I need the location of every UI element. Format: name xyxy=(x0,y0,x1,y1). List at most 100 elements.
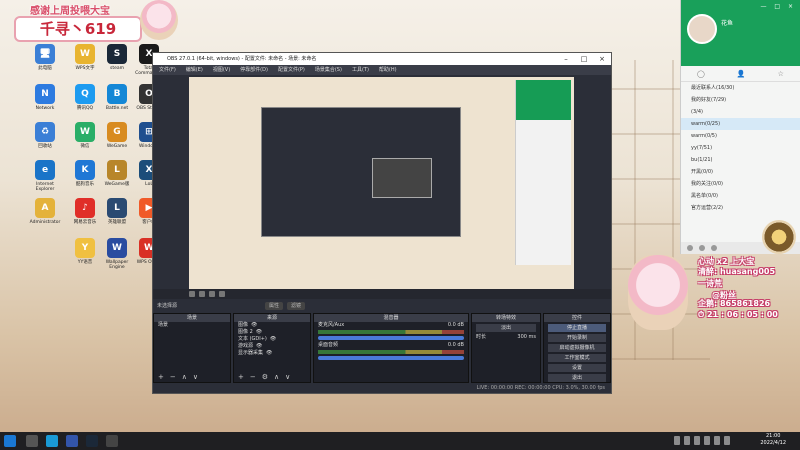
desktop-icon[interactable]: 🖥 此电脑 xyxy=(28,44,62,71)
visibility-icon[interactable]: 👁 xyxy=(270,336,276,343)
desktop-icon-label: WeGame版 xyxy=(104,182,130,187)
desktop-icon-label: Network xyxy=(35,106,55,111)
desktop-icon[interactable]: W WPS文字 xyxy=(68,44,102,71)
desktop-icon[interactable]: W Wallpaper Engine xyxy=(100,238,134,270)
contacts-icon[interactable]: 👤 xyxy=(737,70,746,78)
edge-icon[interactable] xyxy=(46,435,58,447)
contact-group[interactable]: warm(0/5) xyxy=(681,130,800,142)
menu-item[interactable]: 停靠部件(D) xyxy=(240,65,268,75)
clock[interactable]: 21:00 2022/4/12 xyxy=(760,433,786,447)
chat-icon[interactable]: ◯ xyxy=(697,70,705,78)
desktop-icon[interactable]: B Battle.net xyxy=(100,84,134,111)
desktop-icon-label: steam xyxy=(109,66,125,71)
obs-window[interactable]: OBS 27.0.1 (64-bit, windows) - 配置文件: 未命名… xyxy=(152,52,612,394)
source-item[interactable]: 游戏源 👁 xyxy=(234,343,310,350)
steam-icon[interactable] xyxy=(86,435,98,447)
contact-group[interactable]: 开黑(0/0) xyxy=(681,166,800,178)
tool-icon[interactable] xyxy=(219,291,225,297)
visibility-icon[interactable]: 👁 xyxy=(251,322,257,329)
obs-taskbar-icon[interactable] xyxy=(106,435,118,447)
tray-icon[interactable] xyxy=(714,436,720,445)
desktop-icon[interactable]: W 微信 xyxy=(68,122,102,149)
obs-preview[interactable] xyxy=(189,77,574,289)
search-icon[interactable] xyxy=(26,435,38,447)
contact-group[interactable]: 我的好友(7/29) xyxy=(681,94,800,106)
scenes-dock-title: 场景 xyxy=(154,314,230,322)
source-item[interactable]: 图像 2 👁 xyxy=(234,329,310,336)
tool-icon[interactable] xyxy=(199,291,205,297)
control-button[interactable]: 设置 xyxy=(548,364,606,372)
tray-icon[interactable] xyxy=(704,436,710,445)
space-icon[interactable]: ☆ xyxy=(778,70,784,78)
qq-window-controls[interactable]: — □ × xyxy=(760,3,796,10)
menu-item[interactable]: 帮助(H) xyxy=(379,65,397,75)
source-item[interactable]: 图像 👁 xyxy=(234,322,310,329)
control-button[interactable]: 工作室模式 xyxy=(548,354,606,362)
tray-icon[interactable] xyxy=(694,436,700,445)
maximize-icon[interactable]: □ xyxy=(575,53,593,65)
visibility-icon[interactable]: 👁 xyxy=(266,350,272,357)
menu-item[interactable]: 配置文件(P) xyxy=(278,65,305,75)
desktop-icon[interactable]: Y YY语音 xyxy=(68,238,102,265)
tool-icon[interactable] xyxy=(209,291,215,297)
tray-icon[interactable] xyxy=(684,436,690,445)
clock-time: 21:00 xyxy=(765,433,781,439)
volume-slider[interactable] xyxy=(318,336,464,340)
contact-group[interactable]: 官方运营(2/2) xyxy=(681,202,800,214)
visibility-icon[interactable]: 👁 xyxy=(256,329,262,336)
scene-item[interactable]: 场景 xyxy=(154,322,230,329)
close-icon[interactable]: × xyxy=(593,53,611,65)
minimize-icon[interactable]: – xyxy=(557,53,575,65)
contact-group[interactable]: 黑名单(0/0) xyxy=(681,190,800,202)
desktop-icon[interactable]: L 英雄联盟 xyxy=(100,198,134,225)
menu-item[interactable]: 文件(F) xyxy=(159,65,176,75)
desktop-icon[interactable]: L WeGame版 xyxy=(100,160,134,187)
duration-input[interactable]: 300 ms xyxy=(517,334,536,341)
qq-panel[interactable]: — □ × 花鱼 ◯ 👤 ☆ 最近联系人(16/30) 我的好友(7/29) (3/… xyxy=(680,0,800,254)
contact-group[interactable]: (3/4) xyxy=(681,106,800,118)
contact-group[interactable]: 我的关注(0/0) xyxy=(681,178,800,190)
menu-item[interactable]: 视图(V) xyxy=(213,65,230,75)
desktop-icon[interactable]: ♪ 网易云音乐 xyxy=(68,198,102,225)
tool-icon[interactable] xyxy=(189,291,195,297)
desktop-icon[interactable]: G WeGame xyxy=(100,122,134,149)
windows-start-icon[interactable] xyxy=(4,435,16,447)
menu-item[interactable]: 场景集合(S) xyxy=(315,65,342,75)
desktop-icon[interactable]: Q 腾讯QQ xyxy=(68,84,102,111)
filters-button[interactable]: 滤镜 xyxy=(287,302,306,310)
contact-group[interactable]: yy(7/51) xyxy=(681,142,800,154)
obs-titlebar[interactable]: OBS 27.0.1 (64-bit, windows) - 配置文件: 未命名… xyxy=(153,53,611,65)
contact-group[interactable]: 最近联系人(16/30) xyxy=(681,82,800,94)
scenes-dock-toolbar[interactable]: +−∧∨ xyxy=(154,372,230,382)
properties-button[interactable]: 属性 xyxy=(265,302,284,310)
desktop-icon[interactable]: A Administrator xyxy=(28,198,62,225)
visibility-icon[interactable]: 👁 xyxy=(256,343,262,350)
desktop-icon[interactable]: K 酷狗音乐 xyxy=(68,160,102,187)
avatar[interactable] xyxy=(687,14,717,44)
control-button[interactable]: 开始录制 xyxy=(548,334,606,342)
menu-item[interactable]: 工具(T) xyxy=(352,65,369,75)
contact-group[interactable]: bu(1/21) xyxy=(681,154,800,166)
desktop-app-icon: ♪ xyxy=(75,198,95,218)
obs-title: OBS 27.0.1 (64-bit, windows) - 配置文件: 未命名… xyxy=(167,56,317,62)
source-item[interactable]: 文本 (GDI+) 👁 xyxy=(234,336,310,343)
desktop-icon[interactable]: ♻ 回收站 xyxy=(28,122,62,149)
app-icon[interactable] xyxy=(699,245,705,251)
control-button[interactable]: 停止直播 xyxy=(548,324,606,332)
contact-group[interactable]: warm(0/25) xyxy=(681,118,800,130)
tray-icon[interactable] xyxy=(724,436,730,445)
volume-slider[interactable] xyxy=(318,356,464,360)
app-icon[interactable] xyxy=(66,435,78,447)
app-icon[interactable] xyxy=(711,245,717,251)
desktop-icon[interactable]: e Internet Explorer xyxy=(28,160,62,192)
control-button[interactable]: 启动虚拟摄像机 xyxy=(548,344,606,352)
transition-select[interactable]: 淡出 xyxy=(476,324,536,332)
menu-item[interactable]: 编辑(E) xyxy=(186,65,203,75)
desktop-icon[interactable]: N Network xyxy=(28,84,62,111)
source-item[interactable]: 显示器采集 👁 xyxy=(234,350,310,357)
tray-icon[interactable] xyxy=(674,436,680,445)
menu-icon[interactable] xyxy=(687,245,693,251)
sources-dock-toolbar[interactable]: +−⚙∧∨ xyxy=(234,372,310,382)
control-button[interactable]: 退出 xyxy=(548,374,606,382)
desktop-icon[interactable]: Ssteam xyxy=(100,44,134,71)
